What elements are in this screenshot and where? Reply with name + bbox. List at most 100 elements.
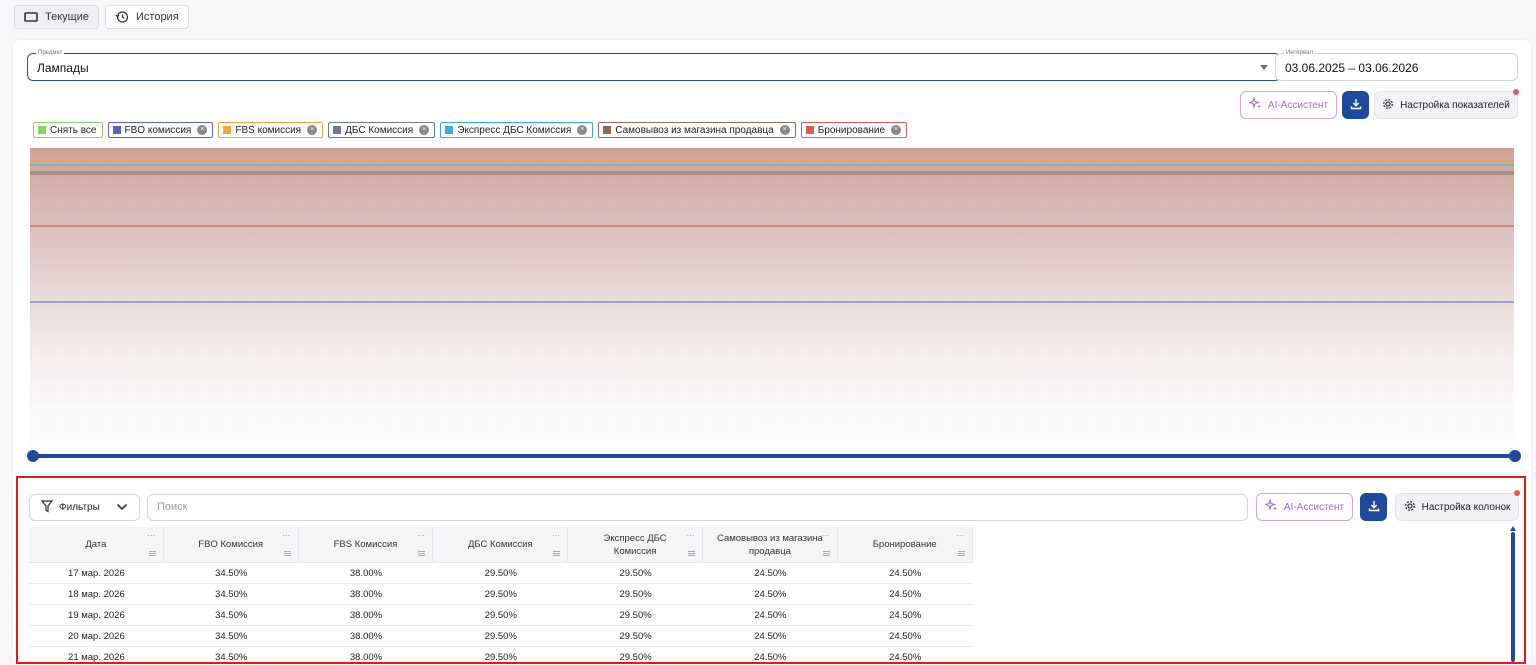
table-cell: 34.50%	[215, 567, 248, 579]
legend-chip[interactable]: ДБС Комиссия ×	[328, 122, 436, 138]
remove-chip-icon[interactable]: ×	[779, 125, 790, 135]
ai-assistant-label: AI-Ассистент	[1267, 99, 1329, 111]
columns-settings-button[interactable]: Настройка колонок	[1395, 493, 1519, 521]
window-icon	[24, 12, 38, 22]
column-options-icon[interactable]: ⋯	[282, 529, 291, 542]
column-menu-icon[interactable]	[553, 551, 561, 556]
subject-label: Предмет	[36, 49, 65, 57]
column-header-label: FBO Комиссия	[198, 539, 264, 550]
data-table: Дата ⋯ FBO Комиссия ⋯ FBS Комиссия ⋯ ДБС Комис…	[29, 527, 973, 665]
table-cell: 29.50%	[619, 630, 652, 642]
table-row[interactable]: 18 мар. 2026 34.50% 38.00% 29.50% 29.50% 24.5…	[29, 584, 973, 605]
table-row[interactable]: 20 мар. 2026 34.50% 38.00% 29.50% 29.50% 24.5…	[29, 626, 973, 647]
download-icon	[1350, 98, 1362, 113]
column-header[interactable]: FBS Комиссия ⋯	[299, 527, 434, 562]
column-menu-icon[interactable]	[148, 551, 156, 556]
legend-swatch	[603, 126, 612, 134]
legend-swatch	[805, 126, 814, 134]
subject-select[interactable]: Предмет Лампады	[27, 49, 1281, 81]
table-cell: 29.50%	[484, 567, 517, 579]
column-options-icon[interactable]: ⋯	[821, 529, 830, 542]
history-icon	[115, 10, 129, 24]
column-header-label: ДБС Комиссия	[467, 539, 533, 550]
column-menu-icon[interactable]	[822, 551, 830, 556]
legend-swatch	[223, 126, 232, 134]
table-cell: 20 мар. 2026	[68, 630, 125, 642]
table-cell: 29.50%	[484, 651, 517, 663]
table-cell: 29.50%	[619, 609, 652, 621]
tab-history[interactable]: История	[105, 5, 189, 29]
column-options-icon[interactable]: ⋯	[417, 529, 426, 542]
table-cell: 29.50%	[484, 588, 517, 600]
table-cell: 38.00%	[349, 651, 383, 663]
column-header[interactable]: Дата ⋯	[29, 527, 164, 562]
download-icon	[1368, 500, 1380, 515]
gear-icon	[1382, 98, 1394, 113]
table-cell: 38.00%	[349, 609, 383, 621]
remove-chip-icon[interactable]: ×	[577, 125, 588, 135]
table-cell: 29.50%	[619, 651, 652, 663]
table-ai-assistant-label: AI-Ассистент	[1283, 501, 1345, 513]
legend-chip-label: Снять все	[50, 124, 97, 136]
table-cell: 24.50%	[754, 588, 787, 600]
column-menu-icon[interactable]	[418, 551, 426, 556]
series-area	[30, 148, 1514, 458]
remove-chip-icon[interactable]: ×	[419, 125, 430, 135]
filters-label: Фильтры	[59, 502, 100, 513]
table-scrollbar[interactable]	[1510, 526, 1516, 662]
download-button[interactable]	[1342, 91, 1369, 119]
table-cell: 29.50%	[619, 567, 652, 579]
column-options-icon[interactable]: ⋯	[686, 529, 695, 542]
column-menu-icon[interactable]	[687, 551, 695, 556]
chart-svg	[30, 148, 1514, 458]
columns-settings-label: Настройка колонок	[1421, 501, 1511, 513]
column-header[interactable]: Бронирование ⋯	[838, 527, 973, 562]
remove-chip-icon[interactable]: ×	[307, 125, 318, 135]
legend-chip[interactable]: FBO комиссия ×	[107, 122, 214, 138]
legend-chip[interactable]: Снять все	[33, 122, 103, 138]
column-options-icon[interactable]: ⋯	[552, 529, 561, 542]
table-cell: 34.50%	[215, 588, 248, 600]
filters-button[interactable]: Фильтры	[29, 494, 140, 521]
range-slider-start-handle[interactable]	[27, 450, 39, 462]
range-slider[interactable]	[27, 449, 1521, 463]
search-input[interactable]: Поиск	[147, 494, 1248, 521]
range-slider-end-handle[interactable]	[1509, 450, 1521, 462]
legend-chip[interactable]: Экспресс ДБС Комиссия ×	[440, 122, 594, 138]
ai-assistant-button[interactable]: AI-Ассистент	[1240, 91, 1337, 119]
table-cell: 34.50%	[215, 609, 248, 621]
table-section: Фильтры Поиск AI-Ассистент Настройка кол…	[16, 476, 1526, 664]
metrics-settings-button[interactable]: Настройка показателей	[1374, 91, 1518, 119]
column-header[interactable]: ДБС Комиссия ⋯	[433, 527, 569, 562]
remove-chip-icon[interactable]: ×	[197, 125, 208, 135]
column-header[interactable]: FBO Комиссия ⋯	[164, 527, 299, 562]
legend-chip-label: Бронирование	[817, 124, 886, 136]
gear-icon	[1404, 500, 1416, 515]
column-menu-icon[interactable]	[283, 551, 291, 556]
tab-current[interactable]: Текущие	[14, 5, 99, 29]
range-slider-track[interactable]	[33, 454, 1515, 458]
legend-chip[interactable]: FBS комиссия ×	[218, 122, 324, 138]
table-cell: 29.50%	[484, 630, 517, 642]
table-download-button[interactable]	[1360, 493, 1387, 521]
column-header[interactable]: Экспресс ДБС Комиссия ⋯	[568, 527, 703, 562]
table-ai-assistant-button[interactable]: AI-Ассистент	[1256, 493, 1353, 521]
tab-current-label: Текущие	[45, 11, 89, 23]
column-options-icon[interactable]: ⋯	[956, 529, 965, 542]
column-header-label: Бронирование	[872, 539, 937, 550]
table-row[interactable]: 21 мар. 2026 34.50% 38.00% 29.50% 29.50% 24.5…	[29, 647, 973, 665]
table-cell: 29.50%	[619, 588, 652, 600]
remove-chip-icon[interactable]: ×	[891, 125, 902, 135]
table-row[interactable]: 17 мар. 2026 34.50% 38.00% 29.50% 29.50% 24.5…	[29, 563, 973, 584]
column-header[interactable]: Самовывоз из магазина продавца ⋯	[703, 527, 838, 562]
column-menu-icon[interactable]	[957, 551, 965, 556]
legend-chip[interactable]: Бронирование ×	[800, 122, 908, 138]
metrics-settings-label: Настройка показателей	[1400, 99, 1510, 111]
legend-chip[interactable]: Самовывоз из магазина продавца ×	[598, 122, 796, 138]
legend-swatch	[333, 126, 342, 134]
chevron-down-icon[interactable]	[1260, 65, 1268, 70]
table-row[interactable]: 19 мар. 2026 34.50% 38.00% 29.50% 29.50% 24.5…	[29, 605, 973, 626]
column-options-icon[interactable]: ⋯	[147, 529, 156, 542]
interval-field[interactable]: Интервал 03.06.2025 – 03.06.2026	[1275, 49, 1518, 81]
table-cell: 38.00%	[349, 588, 383, 600]
